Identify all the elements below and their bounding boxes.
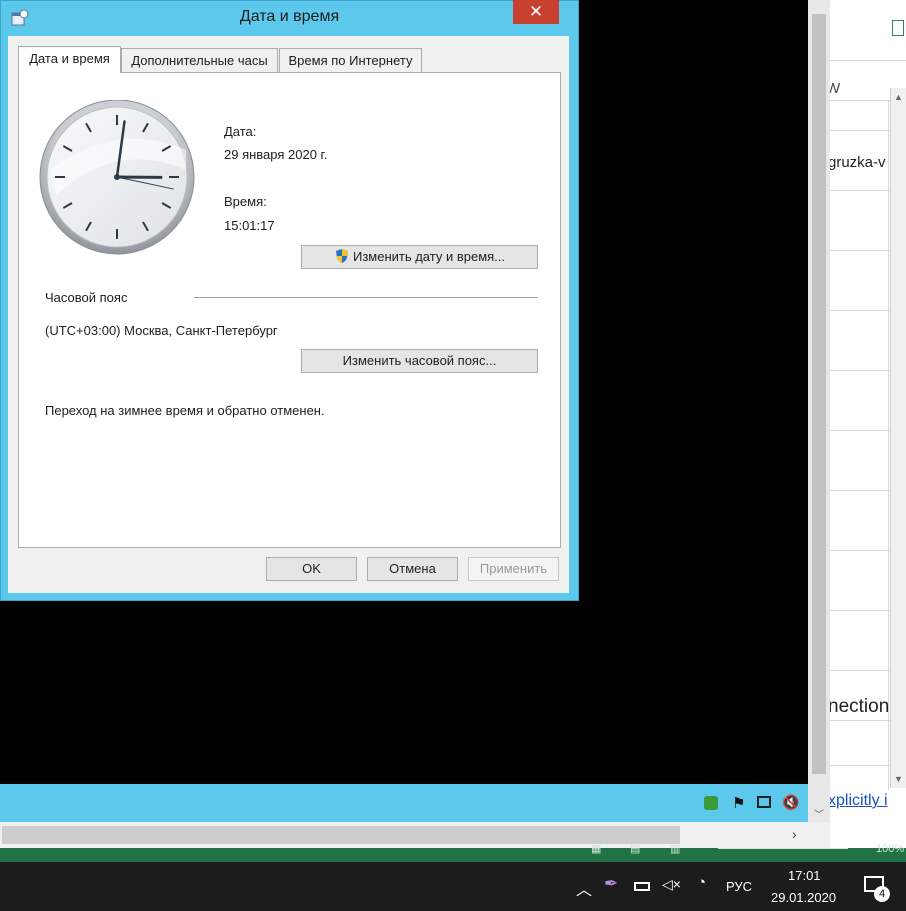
notification-count-badge: 4 <box>874 886 890 902</box>
page-layout-icon[interactable]: ▤ <box>630 842 640 855</box>
flag-icon[interactable]: ⚑ <box>732 794 745 812</box>
cell-text[interactable]: gruzka-v <box>828 154 886 171</box>
language-indicator[interactable]: РУС <box>726 879 752 894</box>
timezone-heading: Часовой пояс <box>45 290 128 305</box>
timezone-value: (UTC+03:00) Москва, Санкт-Петербург <box>45 323 278 338</box>
vertical-scrollbar[interactable]: ﹀ <box>808 0 830 830</box>
close-button[interactable]: ✕ <box>513 0 559 24</box>
page-break-icon[interactable]: ▥ <box>670 842 680 855</box>
clock-center-pin <box>114 174 120 180</box>
change-timezone-button[interactable]: Изменить часовой пояс... <box>301 349 538 373</box>
volume-icon[interactable]: ◁× <box>662 876 681 893</box>
clock-date[interactable]: 29.01.2020 <box>771 890 836 905</box>
clock-time[interactable]: 17:01 <box>788 868 821 883</box>
volume-muted-icon[interactable]: 🔇 <box>782 794 799 811</box>
tab-additional-clocks[interactable]: Дополнительные часы <box>121 48 278 72</box>
section-divider <box>194 297 538 298</box>
analog-clock <box>39 100 195 255</box>
tab-date-time[interactable]: Дата и время <box>18 46 121 73</box>
chevron-right-icon[interactable]: › <box>792 826 797 842</box>
cancel-button[interactable]: Отмена <box>367 557 458 581</box>
scrollbar-thumb[interactable] <box>2 826 680 844</box>
ok-button[interactable]: OK <box>266 557 357 581</box>
scrollbar-thumb[interactable] <box>812 14 826 774</box>
security-tray-icon[interactable] <box>704 796 718 810</box>
zoom-level[interactable]: 100% <box>876 843 904 855</box>
network-icon[interactable] <box>757 796 771 808</box>
grid-column-line <box>888 100 889 790</box>
pen-icon[interactable]: ✒ <box>604 874 618 894</box>
taskbar: ︿ ✒ ◁× ◔ РУС 17:01 29.01.2020 4 <box>0 862 906 911</box>
spreadsheet-status-bar: ▦ ▤ ▥ 100% <box>0 843 906 862</box>
cell-text[interactable]: nection <box>828 696 889 718</box>
dst-note: Переход на зимнее время и обратно отмене… <box>45 403 325 418</box>
shield-icon <box>335 249 348 263</box>
dialog-title: Дата и время <box>239 8 340 25</box>
wifi-icon[interactable]: ◔ <box>697 874 706 891</box>
change-date-time-button[interactable]: Изменить дату и время... <box>301 245 538 269</box>
normal-view-icon[interactable]: ▦ <box>591 842 601 855</box>
chevron-down-icon[interactable]: ﹀ <box>814 806 824 821</box>
change-date-time-label: Изменить дату и время... <box>352 249 506 264</box>
window-status-bar: ⚑ 🔇 <box>0 784 808 822</box>
date-label: Дата: <box>224 124 257 139</box>
show-hidden-icons-icon[interactable]: ︿ <box>576 876 592 900</box>
scroll-up-arrow-icon[interactable]: ▲ <box>894 92 903 102</box>
tab-internet-time[interactable]: Время по Интернету <box>279 48 422 72</box>
date-value: 29 января 2020 г. <box>224 147 328 162</box>
close-icon: ✕ <box>528 2 544 21</box>
scroll-down-arrow-icon[interactable]: ▼ <box>894 774 903 784</box>
time-value: 15:01:17 <box>224 218 275 233</box>
zoom-slider[interactable] <box>718 848 848 849</box>
time-label: Время: <box>224 194 267 209</box>
sheet-scrollbar[interactable]: ▲ ▼ <box>890 88 906 788</box>
apply-button[interactable]: Применить <box>468 557 559 581</box>
battery-icon[interactable] <box>634 882 650 891</box>
ribbon-check-icon[interactable] <box>892 20 904 36</box>
horizontal-scrollbar[interactable]: › <box>0 822 830 848</box>
ribbon-divider <box>828 60 906 61</box>
cell-link[interactable]: xplicitly i <box>828 792 888 810</box>
